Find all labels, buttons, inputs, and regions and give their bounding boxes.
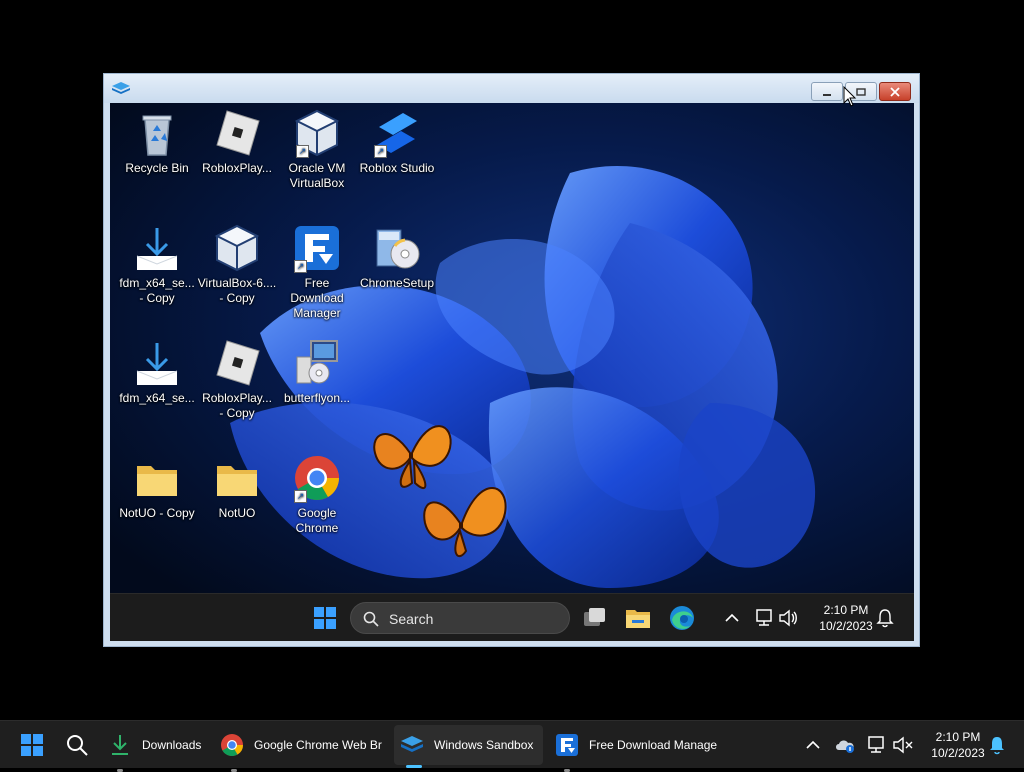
desktop-icon-robloxplayer[interactable]: RobloxPlay... [196,109,278,176]
taskbar-item-label: Downloads [142,738,202,752]
restore-icon [856,87,866,96]
desktop-icon-label: Recycle Bin [125,161,189,175]
search-box[interactable]: Search [350,602,570,634]
folder-icon [217,466,257,496]
desktop-icon-free-download-manager[interactable]: ↗ Free Download Manager [276,224,358,321]
sandbox-titlebar[interactable] [104,74,919,103]
desktop-icon-fdm-setup[interactable]: fdm_x64_se... [116,339,198,406]
windows-start-icon[interactable] [20,733,44,757]
desktop-icon-label: Oracle VM VirtualBox [288,161,346,190]
guest-date: 10/2/2023 [819,619,873,633]
desktop-icon-label: fdm_x64_se... [119,391,195,405]
minimize-button[interactable] [811,82,843,101]
network-icon[interactable] [866,735,888,755]
desktop-icon-label: VirtualBox-6.... - Copy [197,276,277,305]
notification-bell-icon[interactable] [876,608,894,628]
taskbar-item-label: Google Chrome Web Br [254,738,382,752]
sandbox-window[interactable]: Recycle Bin RobloxPlay... ↗ Oracle VM Vi… [103,73,920,647]
installer-computer-icon [296,340,338,384]
taskbar-item-label: Free Download Manage [589,738,718,752]
installer-cd-icon [376,229,420,269]
fdm-icon [556,734,578,756]
host-clock[interactable]: 2:10 PM 10/2/2023 [922,729,994,761]
windows-start-icon[interactable] [313,606,337,630]
chevron-up-icon[interactable] [804,735,822,755]
host-date: 10/2/2023 [931,746,985,760]
desktop-icon-label: RobloxPlay... - Copy [202,391,272,420]
desktop-icon-notuo[interactable]: NotUO [196,454,278,521]
desktop-icon-label: Roblox Studio [359,161,435,175]
desktop-icon-recycle-bin[interactable]: Recycle Bin [116,109,198,176]
desktop-icon-label: ChromeSetup [359,276,435,290]
desktop-icon-virtualbox[interactable]: ↗ Oracle VM VirtualBox [276,109,358,191]
folder-icon [137,466,177,496]
guest-time: 2:10 PM [823,603,869,617]
download-arrow-icon [112,735,128,755]
file-explorer-icon[interactable] [624,604,652,632]
download-arrow-icon [136,228,178,270]
sandbox-icon [401,736,423,752]
desktop-icon-roblox-studio[interactable]: ↗ Roblox Studio [356,109,438,176]
chrome-icon [221,734,243,756]
desktop-icon-label: NotUO [218,506,256,520]
shortcut-arrow-icon: ↗ [374,145,387,158]
desktop-icon-butterflyon[interactable]: butterflyon... [276,339,358,406]
taskbar-item-windows-sandbox[interactable]: Windows Sandbox [394,725,543,768]
minimize-icon [823,93,831,96]
guest-clock[interactable]: 2:10 PM 10/2/2023 [810,602,882,634]
guest-screen[interactable]: Recycle Bin RobloxPlay... ↗ Oracle VM Vi… [110,103,914,641]
close-button[interactable] [879,82,911,101]
desktop-icon-label: butterflyon... [283,391,351,405]
guest-taskbar: Search 2:10 PM 10/2/2023 [110,593,914,641]
desktop-icon-label: Google Chrome [295,506,339,535]
task-view-icon[interactable] [580,604,608,632]
taskbar-item-chrome[interactable]: Google Chrome Web Br [220,721,388,772]
shortcut-arrow-icon: ↗ [296,145,309,158]
desktop-icon-notuo-copy[interactable]: NotUO - Copy [116,454,198,521]
mouse-cursor-icon [843,86,857,107]
desktop-icon-google-chrome[interactable]: ↗ Google Chrome [276,454,358,536]
roblox-icon [216,110,260,156]
edge-icon[interactable] [668,604,696,632]
search-placeholder: Search [389,611,434,627]
desktop-icon-chromesetup[interactable]: ChromeSetup [356,224,438,291]
notification-bell-icon[interactable] [988,735,1006,755]
host-time: 2:10 PM [935,730,981,744]
search-icon[interactable] [65,733,89,757]
download-arrow-icon [136,343,178,385]
desktop-icon-robloxplayer-copy[interactable]: RobloxPlay... - Copy [196,339,278,421]
host-taskbar: Downloads Google Chrome Web Br Windows S… [0,720,1024,772]
search-icon [363,611,379,627]
roblox-icon [216,340,260,386]
recycle-bin-icon [142,115,172,156]
desktop-icon-label: fdm_x64_se... - Copy [119,276,195,305]
shortcut-arrow-icon: ↗ [294,260,307,273]
taskbar-item-label: Windows Sandbox [434,738,534,752]
desktop-icon-label: Free Download Manager [290,276,344,320]
desktop-icon-label: NotUO - Copy [119,506,195,520]
taskbar-item-free-download-manager[interactable]: Free Download Manage [555,721,723,772]
onedrive-icon[interactable] [834,735,856,755]
network-icon[interactable] [754,608,776,628]
desktop-icon-label: RobloxPlay... [202,161,272,175]
shortcut-arrow-icon: ↗ [294,490,307,503]
close-icon [890,86,900,97]
volume-muted-icon[interactable] [892,735,914,755]
taskbar-item-downloads[interactable]: Downloads [108,721,212,772]
desktop-icon-fdm-setup-copy[interactable]: fdm_x64_se... - Copy [116,224,198,306]
virtualbox-icon [214,224,260,272]
desktop-icon-virtualbox-setup-copy[interactable]: VirtualBox-6.... - Copy [196,224,278,306]
chevron-up-icon[interactable] [722,606,742,630]
volume-icon[interactable] [778,608,800,628]
sandbox-icon [112,82,130,94]
